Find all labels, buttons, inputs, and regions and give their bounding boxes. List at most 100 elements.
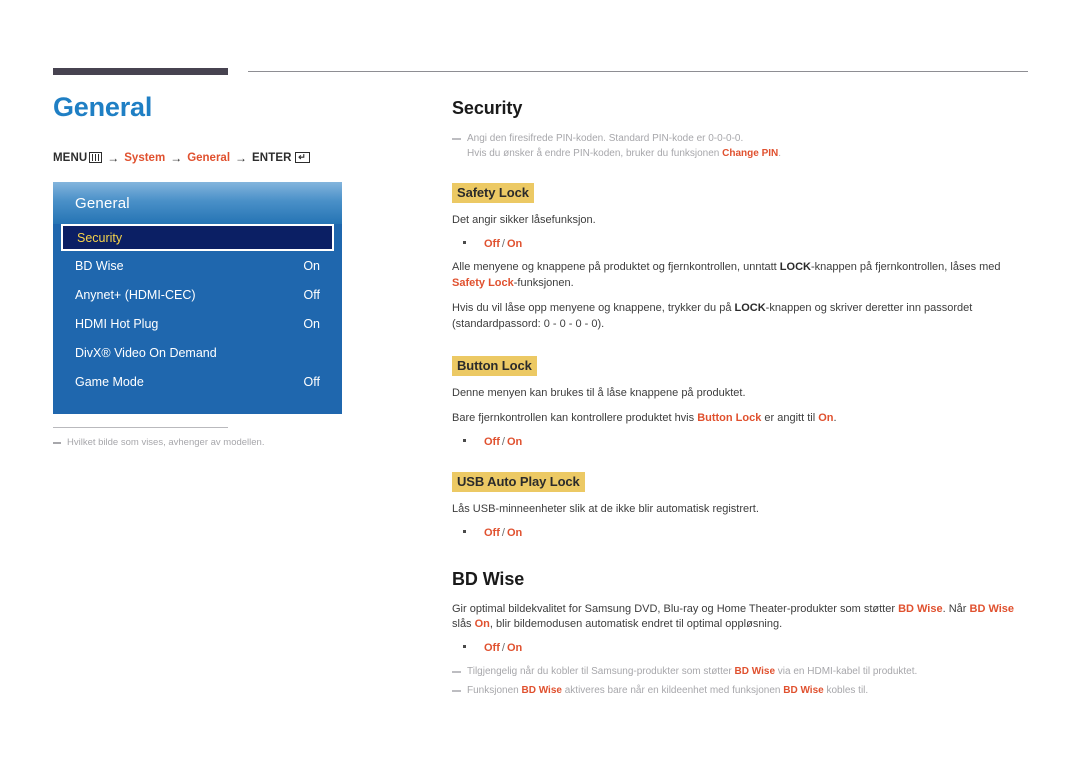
security-note-link-change-pin: Change PIN	[722, 148, 779, 159]
osd-item-label: Game Mode	[75, 374, 144, 389]
bd-wise-para-d: , blir bildemodusen automatisk endret ti…	[489, 618, 783, 631]
osd-item-value: Off	[303, 374, 320, 389]
button-lock-desc: Denne menyen kan brukes til å låse knapp…	[452, 386, 746, 399]
osd-header: General	[53, 182, 342, 224]
left-column: General MENU → System → General → ENTER …	[53, 92, 403, 165]
osd-item-label: Security	[77, 230, 123, 245]
safety-lock-para-1: Alle menyene og knappene på produktet og…	[452, 260, 1028, 292]
bullet-square-icon	[463, 240, 466, 244]
option-off: Off	[484, 237, 500, 250]
bullet-square-icon	[463, 529, 466, 533]
bullet-square-icon	[463, 438, 466, 442]
bd-wise-note-1: Tilgjengelig når du kobler til Samsung-p…	[452, 664, 1028, 679]
option-off: Off	[484, 526, 500, 539]
bd-wise-note2-name2: BD Wise	[783, 685, 824, 697]
bd-wise-note1-b: via en HDMI-kabel til produktet.	[775, 666, 918, 678]
option-off: Off	[484, 642, 500, 655]
bd-wise-note2-a: Funksjonen	[467, 685, 522, 697]
osd-item-value: On	[303, 316, 320, 331]
note-dash-icon	[452, 138, 461, 140]
button-lock-para-name: Button Lock	[697, 411, 762, 424]
osd-item-label: DivX® Video On Demand	[75, 345, 217, 360]
note-dash-icon	[53, 442, 61, 444]
osd-item-anynet[interactable]: Anynet+ (HDMI-CEC) Off	[61, 280, 334, 309]
button-lock-para-c: .	[833, 411, 837, 424]
bd-wise-para: Gir optimal bildekvalitet for Samsung DV…	[452, 602, 1028, 634]
page-title: General	[53, 92, 153, 122]
left-footnote: Hvilket bilde som vises, avhenger av mod…	[53, 436, 383, 450]
bd-wise-para-c: slås	[452, 618, 475, 631]
security-note-line1: Angi den firesifrede PIN-koden. Standard…	[467, 133, 744, 144]
osd-header-title: General	[75, 194, 130, 212]
safety-lock-para1-c: -funksjonen.	[513, 276, 574, 289]
left-note-divider	[53, 427, 228, 428]
osd-item-game-mode[interactable]: Game Mode Off	[61, 367, 334, 396]
bd-wise-note1-name: BD Wise	[734, 666, 776, 678]
bd-wise-options: Off / On	[452, 642, 1028, 654]
button-lock-para-a: Bare fjernkontrollen kan kontrollere pro…	[452, 411, 698, 424]
bd-wise-para-on: On	[474, 618, 490, 631]
breadcrumb: MENU → System → General → ENTER ↵	[53, 151, 403, 165]
security-note-line2-post: .	[778, 148, 782, 159]
safety-lock-para1-safety: Safety Lock	[452, 276, 514, 289]
osd-menu-panel: General Security BD Wise On Anynet+ (HDM…	[53, 182, 342, 414]
button-lock-para-on: On	[818, 411, 834, 424]
menu-bars-icon	[89, 152, 103, 164]
osd-item-label: BD Wise	[75, 258, 124, 273]
option-on: On	[506, 237, 523, 250]
right-column: Security Angi den firesifrede PIN-koden.…	[452, 98, 1028, 702]
enter-return-icon: ↵	[294, 152, 310, 164]
safety-lock-para2-lock: LOCK	[734, 301, 766, 314]
security-note: Angi den firesifrede PIN-koden. Standard…	[452, 131, 1028, 161]
bd-wise-note2-name1: BD Wise	[521, 685, 562, 697]
bd-wise-note2-c: kobles til.	[823, 685, 869, 697]
osd-item-hdmi-hot-plug[interactable]: HDMI Hot Plug On	[61, 309, 334, 338]
breadcrumb-arrow-2: →	[170, 150, 183, 165]
manual-page: General MENU → System → General → ENTER …	[0, 0, 1080, 763]
safety-lock-para-2: Hvis du vil låse opp menyene og knappene…	[452, 301, 1028, 333]
bd-wise-note2-b: aktiveres bare når en kildeenhet med fun…	[561, 685, 784, 697]
note-dash-icon	[452, 671, 461, 673]
osd-item-security[interactable]: Security	[61, 224, 334, 251]
option-off: Off	[484, 435, 500, 448]
bd-wise-para-name2: BD Wise	[969, 602, 1015, 615]
subsection-title-usb-auto-play-lock: USB Auto Play Lock	[452, 471, 585, 492]
option-on: On	[506, 642, 523, 655]
header-rule-dark	[53, 68, 228, 75]
bullet-square-icon	[463, 645, 466, 649]
subsection-title-safety-lock: Safety Lock	[452, 183, 534, 203]
button-lock-options: Off / On	[452, 436, 1028, 448]
usb-auto-play-lock-desc: Lås USB-minneenheter slik at de ikke bli…	[452, 502, 759, 515]
security-note-line2-pre: Hvis du ønsker å endre PIN-koden, bruker…	[467, 148, 723, 159]
osd-menu-list: Security BD Wise On Anynet+ (HDMI-CEC) O…	[53, 224, 342, 396]
button-lock-para-b: er angitt til	[761, 411, 819, 424]
osd-item-bd-wise[interactable]: BD Wise On	[61, 251, 334, 280]
note-dash-icon	[452, 690, 461, 692]
osd-item-label: HDMI Hot Plug	[75, 316, 159, 331]
bd-wise-para-a: Gir optimal bildekvalitet for Samsung DV…	[452, 602, 899, 615]
option-separator: /	[501, 237, 505, 250]
option-on: On	[506, 435, 523, 448]
breadcrumb-arrow-1: →	[107, 150, 120, 165]
breadcrumb-arrow-3: →	[235, 150, 248, 165]
breadcrumb-enter-label: ENTER	[252, 151, 292, 164]
osd-item-label: Anynet+ (HDMI-CEC)	[75, 287, 196, 302]
osd-item-divx-vod[interactable]: DivX® Video On Demand	[61, 338, 334, 367]
safety-lock-para1-lock: LOCK	[779, 260, 811, 273]
option-separator: /	[501, 526, 505, 539]
breadcrumb-menu-label: MENU	[53, 151, 88, 164]
bd-wise-para-b: . Når	[942, 602, 970, 615]
option-on: On	[506, 526, 523, 539]
usb-auto-play-lock-options: Off / On	[452, 527, 1028, 539]
bd-wise-note1-a: Tilgjengelig når du kobler til Samsung-p…	[467, 666, 735, 678]
osd-item-value: On	[303, 258, 320, 273]
subsection-title-button-lock: Button Lock	[452, 355, 537, 376]
section-title-security: Security	[452, 98, 523, 118]
safety-lock-options: Off / On	[452, 238, 1028, 250]
section-title-bd-wise: BD Wise	[452, 568, 525, 589]
safety-lock-para1-a: Alle menyene og knappene på produktet og…	[452, 260, 780, 273]
header-rule-thin	[248, 71, 1028, 72]
safety-lock-para2-a: Hvis du vil låse opp menyene og knappene…	[452, 301, 735, 314]
button-lock-para: Bare fjernkontrollen kan kontrollere pro…	[452, 411, 1028, 427]
breadcrumb-step-general: General	[187, 151, 231, 164]
